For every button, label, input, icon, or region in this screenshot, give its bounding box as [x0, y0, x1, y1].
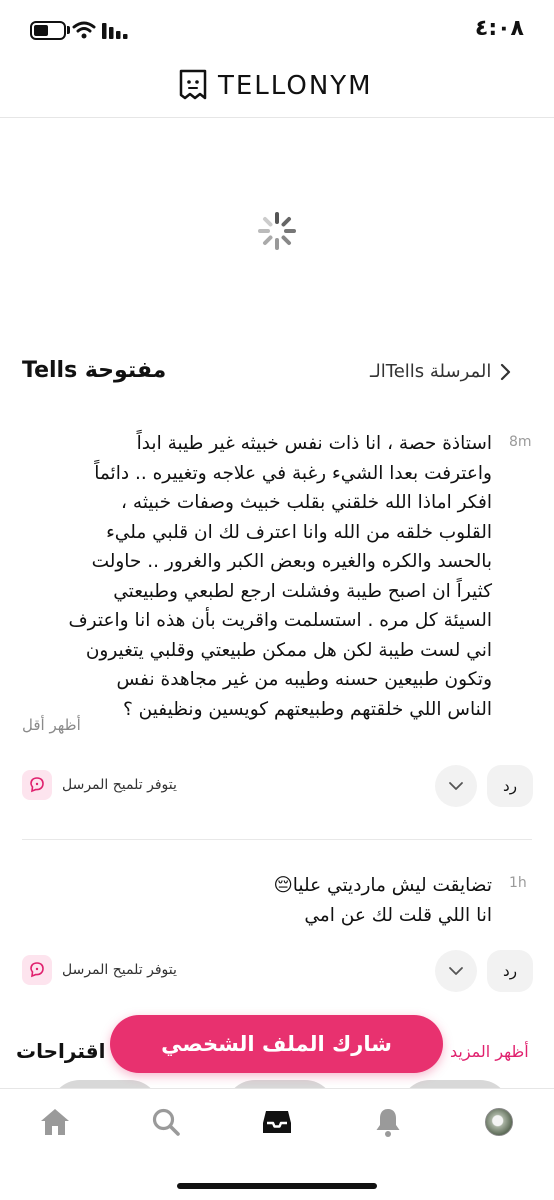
chevron-down-icon: [449, 967, 463, 975]
divider: [22, 839, 532, 840]
bell-icon: [376, 1109, 400, 1137]
reply-button[interactable]: رد: [487, 950, 533, 992]
wifi-icon: [72, 21, 96, 39]
tell-line: الناس اللي خلقتهم وطبيعتهم كويسين ونظيفي…: [122, 698, 492, 720]
battery-icon: [30, 21, 66, 40]
show-more-link[interactable]: أظهر المزيد: [450, 1042, 529, 1061]
sender-hint-label: يتوفر تلميح المرسل: [62, 962, 177, 978]
nav-inbox[interactable]: [260, 1105, 294, 1139]
tell-line: استاذة حصة ، انا ذات نفس خبيثه غير طيبة …: [136, 433, 492, 454]
sender-hint-label: يتوفر تلميح المرسل: [62, 777, 177, 793]
tell-line: واعترفت بعدا الشيء رغبة في علاجه وتغييره…: [94, 462, 492, 484]
chevron-right-icon: [501, 363, 511, 380]
tell-text: استاذة حصة ، انا ذات نفس خبيثه غير طيبة …: [20, 429, 493, 724]
tell-time: 1h: [509, 875, 527, 891]
chevron-down-icon: [449, 782, 463, 790]
tell-text: تضايقت ليش مارديتي عليا😔 انا اللي قلت لك…: [20, 871, 493, 930]
tell-line: انا اللي قلت لك عن امي: [304, 904, 492, 926]
suggestions-title: اقتراحات: [16, 1039, 106, 1063]
nav-notifications[interactable]: [371, 1105, 405, 1139]
sender-hint[interactable]: يتوفر تلميح المرسل: [22, 770, 177, 800]
app-header: TELLONYM: [0, 58, 554, 118]
home-icon: [41, 1109, 69, 1135]
hint-icon: [22, 955, 52, 985]
tell-line: افكر اماذا الله خلقني بقلب خبيث وصفات خب…: [121, 492, 492, 513]
status-bar: ٤:٠٨: [0, 0, 554, 58]
tell-line: تضايقت ليش مارديتي عليا😔: [273, 875, 493, 896]
loading-spinner-icon: [258, 212, 296, 250]
tellonym-logo: TELLONYM: [178, 68, 373, 104]
logo-text: TELLONYM: [218, 71, 373, 101]
nav-search[interactable]: [149, 1105, 183, 1139]
share-profile-button[interactable]: شارك الملف الشخصي: [110, 1015, 443, 1073]
open-tells-title: Tells مفتوحة: [22, 358, 167, 383]
show-less-link[interactable]: أظهر أقل: [22, 716, 81, 734]
tell-time: 8m: [509, 434, 532, 450]
sender-hint[interactable]: يتوفر تلميح المرسل: [22, 955, 177, 985]
tellonym-logo-icon: [179, 69, 207, 100]
home-indicator: [177, 1183, 377, 1189]
sent-tells-label: الـTells المرسلة: [370, 361, 492, 382]
tell-line: كثيراً ان اصبح طيبة وفشلت ارجع لطبعي وطب…: [113, 580, 492, 602]
expand-button[interactable]: [435, 950, 477, 992]
nav-profile[interactable]: [482, 1105, 516, 1139]
tell-line: القلوب خلقه من الله وانا اعترف لك ان قلب…: [106, 521, 492, 543]
reply-button[interactable]: رد: [487, 765, 533, 807]
battery-tip: [67, 26, 70, 34]
search-icon: [152, 1108, 180, 1136]
tell-line: وتكون طبيعين حسنه وطيبه من غير مجاهدة نف…: [116, 669, 492, 690]
sent-tells-link[interactable]: الـTells المرسلة: [370, 361, 511, 382]
avatar: [485, 1108, 513, 1136]
tell-line: اني لست طيبة لكن هل ممكن طبيعتي وقلبي يت…: [85, 639, 492, 661]
tell-line: بالحسد والكره والغيره وبعض الكبر والغرور…: [91, 551, 492, 572]
inbox-icon: [263, 1111, 291, 1133]
nav-home[interactable]: [38, 1105, 72, 1139]
signal-icon: [102, 23, 128, 39]
status-time: ٤:٠٨: [474, 16, 524, 41]
expand-button[interactable]: [435, 765, 477, 807]
hint-icon: [22, 770, 52, 800]
tell-line: السيئة كل مره . استسلمت واقريت بأن هذه ا…: [68, 610, 493, 631]
